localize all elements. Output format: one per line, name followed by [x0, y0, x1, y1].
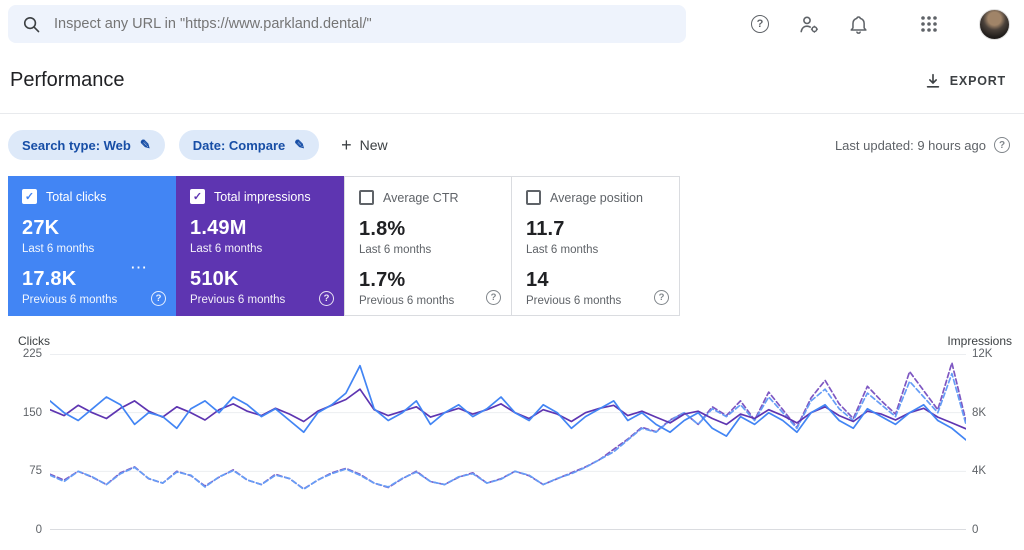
page-header: Performance EXPORT [0, 48, 1024, 114]
last-updated-text: Last updated: 9 hours ago [834, 137, 986, 153]
bell-glyph [849, 15, 867, 34]
chart-axis-titles: Clicks Impressions [0, 334, 1024, 348]
right-axis-tick: 4K [972, 465, 987, 478]
chart-canvas [50, 354, 966, 530]
last-updated: Last updated: 9 hours ago ? [835, 137, 1010, 153]
url-inspect-searchbox[interactable] [8, 5, 686, 43]
performance-chart: 225 150 75 0 12K 8K 4K 0 [23, 348, 993, 536]
plus-icon: + [341, 135, 352, 155]
metric-cards: ✓ Total clicks 27K Last 6 months 17.8K P… [8, 176, 1024, 316]
edit-pencil-icon: ✎ [139, 137, 151, 152]
page-title: Performance [10, 69, 125, 91]
card-period-previous: Previous 6 months [359, 295, 455, 307]
apps-grid-glyph [921, 16, 937, 32]
card-value-previous: 1.7% [359, 269, 406, 291]
date-filter-chip[interactable]: Date: Compare ✎ [178, 130, 320, 160]
date-filter-label: Date: Compare [192, 137, 286, 153]
card-label: Total impressions [214, 189, 311, 204]
card-label: Average CTR [383, 190, 459, 205]
card-period-previous: Previous 6 months [22, 294, 118, 306]
total-impressions-card[interactable]: ✓ Total impressions 1.49M Last 6 months … [176, 176, 344, 316]
card-label: Total clicks [46, 189, 107, 204]
left-axis-tick: 75 [29, 465, 42, 478]
card-header: Average position [526, 190, 665, 205]
filter-bar: Search type: Web ✎ Date: Compare ✎ + New… [0, 114, 1024, 176]
avatar[interactable] [979, 8, 1010, 40]
average-position-card[interactable]: Average position 11.7 Last 6 months 14 P… [512, 176, 680, 316]
search-icon [23, 16, 40, 32]
card-help-icon[interactable]: ? [486, 290, 501, 305]
export-label: EXPORT [949, 73, 1006, 88]
right-axis-title: Impressions [947, 334, 1012, 348]
export-button[interactable]: EXPORT [924, 72, 1006, 90]
person-gear-glyph [800, 16, 818, 33]
card-header: Average CTR [359, 190, 497, 205]
card-value-current: 1.8% [359, 218, 406, 240]
notifications-bell-icon[interactable] [847, 13, 869, 35]
checkbox-checked-icon[interactable]: ✓ [22, 189, 37, 204]
left-axis-title: Clicks [18, 334, 50, 348]
card-label: Average position [550, 190, 643, 205]
card-value-previous: 510K [190, 268, 239, 290]
card-period-current: Last 6 months [359, 244, 432, 256]
card-period-current: Last 6 months [190, 243, 263, 255]
left-axis-tick: 0 [35, 524, 42, 536]
card-help-icon[interactable]: ? [319, 291, 334, 306]
help-icon[interactable]: ? [749, 13, 771, 35]
card-value-previous: 14 [526, 269, 549, 291]
help-question-glyph: ? [751, 15, 769, 33]
total-clicks-card[interactable]: ✓ Total clicks 27K Last 6 months 17.8K P… [8, 176, 176, 316]
card-period-current: Last 6 months [22, 243, 95, 255]
card-header: ✓ Total impressions [190, 189, 330, 204]
url-inspect-input[interactable] [54, 16, 672, 32]
card-help-icon[interactable]: ? [151, 291, 166, 306]
left-axis-tick: 225 [22, 348, 42, 360]
card-header: ✓ Total clicks [22, 189, 162, 204]
right-axis-tick: 12K [972, 348, 993, 360]
right-axis-tick: 8K [972, 406, 987, 419]
more-options-icon[interactable]: ⋯ [130, 258, 148, 278]
card-value-current: 11.7 [526, 218, 565, 240]
left-axis-tick: 150 [22, 406, 42, 419]
topbar: ? [0, 0, 1024, 48]
search-console-app: ? [0, 0, 1024, 536]
search-type-filter-label: Search type: Web [22, 137, 131, 153]
card-value-current: 27K [22, 217, 60, 239]
checkbox-unchecked-icon[interactable] [526, 190, 541, 205]
edit-pencil-icon: ✎ [294, 137, 306, 152]
last-updated-help-icon[interactable]: ? [994, 137, 1010, 153]
search-type-filter-chip[interactable]: Search type: Web ✎ [8, 130, 165, 160]
right-axis-tick: 0 [972, 524, 979, 536]
checkbox-unchecked-icon[interactable] [359, 190, 374, 205]
new-filter-label: New [359, 137, 388, 153]
checkbox-checked-icon[interactable]: ✓ [190, 189, 205, 204]
card-period-current: Last 6 months [526, 244, 599, 256]
card-help-icon[interactable]: ? [654, 290, 669, 305]
manage-users-icon[interactable] [798, 13, 820, 35]
new-filter-button[interactable]: + New [341, 136, 388, 154]
card-period-previous: Previous 6 months [190, 294, 286, 306]
topbar-actions: ? [749, 8, 1010, 40]
card-value-current: 1.49M [190, 217, 247, 239]
card-period-previous: Previous 6 months [526, 295, 622, 307]
download-icon [926, 73, 940, 88]
average-ctr-card[interactable]: Average CTR 1.8% Last 6 months 1.7% Prev… [344, 176, 512, 316]
apps-grid-icon[interactable] [918, 13, 940, 35]
